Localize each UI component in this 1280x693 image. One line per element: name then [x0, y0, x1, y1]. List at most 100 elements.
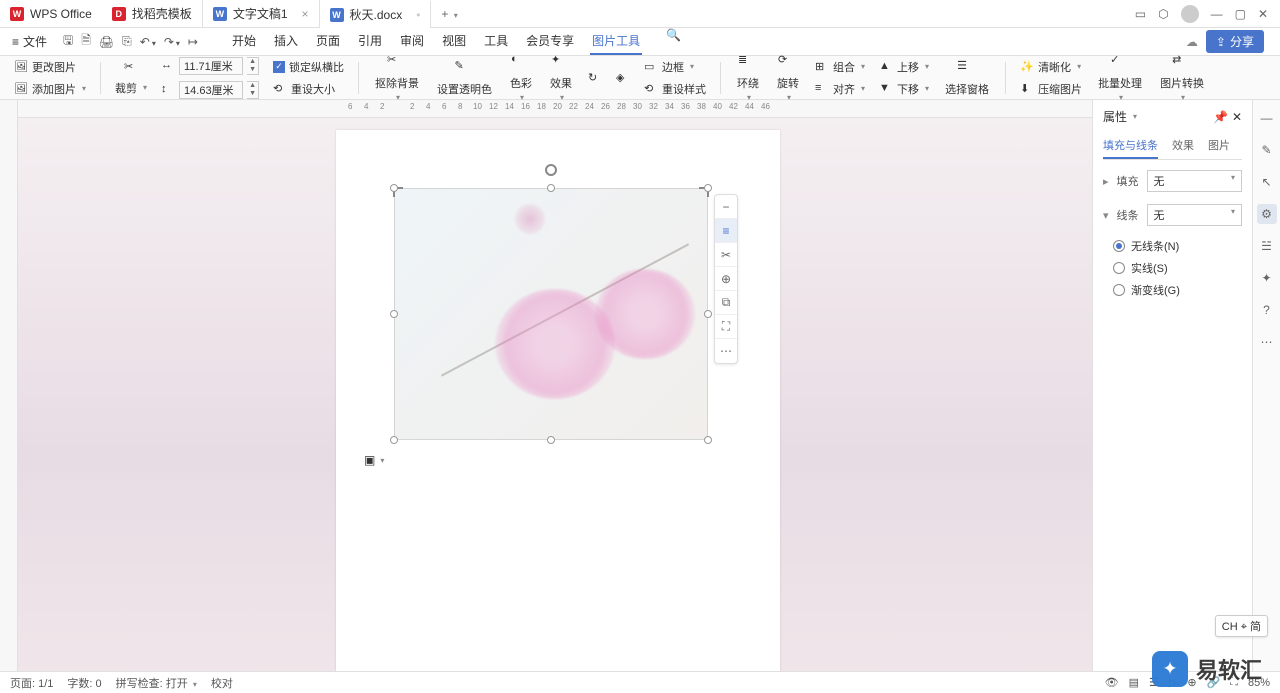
resize-handle[interactable] [704, 310, 712, 318]
avatar-icon[interactable] [1181, 5, 1199, 23]
more-icon[interactable]: ⋯ [1257, 332, 1277, 352]
maximize-icon[interactable]: ▢ [1235, 7, 1246, 21]
tab-reference[interactable]: 引用 [356, 28, 384, 55]
height-spinner[interactable]: ▲▼ [247, 81, 259, 99]
change-image-button[interactable]: 🖼更改图片 [10, 57, 90, 77]
help-icon[interactable]: ? [1257, 300, 1277, 320]
resize-handle[interactable] [390, 184, 398, 192]
close-icon[interactable]: ✕ [1232, 110, 1242, 124]
group-button[interactable]: ⊞组合▾ [811, 57, 869, 77]
proof-status[interactable]: 校对 [211, 675, 233, 691]
undo-icon[interactable]: ↶▾ [140, 35, 156, 49]
export-icon[interactable]: ⎘ [122, 34, 132, 49]
pin-icon[interactable]: 📌 [1213, 110, 1228, 124]
width-input[interactable]: 11.71厘米 [179, 57, 243, 75]
tile-icon[interactable]: ▭ [1135, 7, 1146, 21]
cube-icon[interactable]: ⬡ [1158, 7, 1168, 21]
remove-bg-button[interactable]: ✂抠除背景▾ [369, 53, 425, 102]
pencil-icon[interactable]: ✎ [1257, 140, 1277, 160]
resize-handle[interactable] [390, 436, 398, 444]
page-indicator[interactable]: 页面: 1/1 [10, 675, 53, 691]
shadow-icon[interactable]: ◈ [612, 69, 634, 87]
add-image-button[interactable]: 🖼添加图片▾ [10, 79, 90, 99]
tab-start[interactable]: 开始 [230, 28, 258, 55]
height-input[interactable]: 14.63厘米 [179, 81, 243, 99]
border-button[interactable]: ▭边框▾ [640, 57, 710, 77]
forward-icon[interactable]: ↦ [188, 35, 198, 49]
reset-style-button[interactable]: ⟲重设样式 [640, 79, 710, 99]
tab-insert[interactable]: 插入 [272, 28, 300, 55]
align-button[interactable]: ≡对齐▾ [811, 79, 869, 99]
wrap-button[interactable]: ≣环绕▾ [731, 53, 765, 102]
page-view-icon[interactable]: ▤ [1129, 676, 1139, 689]
move-up-button[interactable]: ▲上移▾ [875, 57, 933, 77]
horizontal-ruler[interactable]: 6 4 2 2 4 6 8 10 12 14 16 18 20 22 24 26… [18, 100, 1092, 118]
rotation-handle[interactable] [545, 164, 557, 176]
tab-fill-line[interactable]: 填充与线条 [1103, 133, 1158, 159]
color-button[interactable]: ◐色彩▾ [504, 53, 538, 102]
lock-ratio-checkbox[interactable]: ✓锁定纵横比 [269, 57, 348, 77]
line-select[interactable]: 无▾ [1147, 204, 1242, 226]
file-menu[interactable]: ≡ 文件 [8, 33, 51, 50]
fullscreen-icon[interactable]: ⛶ [715, 315, 737, 339]
tab-view[interactable]: 视图 [440, 28, 468, 55]
anchor-icon[interactable]: ▣▾ [364, 453, 384, 467]
redo-icon[interactable]: ↷▾ [164, 35, 180, 49]
clarity-button[interactable]: ✨清晰化▾ [1016, 57, 1086, 77]
word-count[interactable]: 字数: 0 [67, 675, 101, 691]
new-tab-button[interactable]: + ▾ [431, 7, 467, 21]
move-down-button[interactable]: ▼下移▾ [875, 79, 933, 99]
cloud-icon[interactable]: ☁ [1186, 35, 1198, 49]
resize-handle[interactable] [390, 310, 398, 318]
tab-picture[interactable]: 图片 [1208, 133, 1230, 159]
spellcheck-status[interactable]: 拼写检查: 打开 ▾ [116, 675, 197, 691]
save-icon[interactable]: 🖫 [63, 31, 73, 52]
effect-button[interactable]: ✦效果▾ [544, 53, 578, 102]
tab-doc1[interactable]: W 文字文稿1 × [203, 0, 320, 28]
resize-handle[interactable] [547, 436, 555, 444]
batch-button[interactable]: ✓批量处理▾ [1092, 53, 1148, 102]
reset-size-button[interactable]: ⟲重设大小 [269, 79, 348, 99]
rotate-left-icon[interactable]: ↻ [584, 69, 606, 87]
resize-handle[interactable] [704, 184, 712, 192]
tab-effect[interactable]: 效果 [1172, 133, 1194, 159]
convert-button[interactable]: ⇄图片转换▾ [1154, 53, 1210, 102]
tab-member[interactable]: 会员专享 [524, 28, 576, 55]
crop-icon[interactable]: ✂ [715, 243, 737, 267]
copy-icon[interactable]: ⧉ [715, 291, 737, 315]
tab-page[interactable]: 页面 [314, 28, 342, 55]
search-icon[interactable]: 🔍 [666, 28, 681, 55]
resize-handle[interactable] [547, 184, 555, 192]
radio-gradient[interactable]: 渐变线(G) [1113, 282, 1242, 298]
crop-button[interactable]: ✂ [111, 58, 151, 76]
resize-handle[interactable] [704, 436, 712, 444]
tab-review[interactable]: 审阅 [398, 28, 426, 55]
layers-icon[interactable]: ☱ [1257, 236, 1277, 256]
settings-icon[interactable]: ⚙ [1257, 204, 1277, 224]
selection-pane-button[interactable]: ☰选择窗格 [939, 59, 995, 97]
tab-tools[interactable]: 工具 [482, 28, 510, 55]
radio-no-line[interactable]: 无线条(N) [1113, 238, 1242, 254]
magic-icon[interactable]: ✦ [1257, 268, 1277, 288]
ime-indicator[interactable]: CH ⌖ 简 [1215, 615, 1268, 637]
tab-autumn-docx[interactable]: W 秋天.docx • [320, 0, 432, 28]
tab-picture-tools[interactable]: 图片工具 [590, 28, 642, 55]
print-icon[interactable]: 🖨 [99, 35, 114, 49]
share-button[interactable]: ⇪ 分享 [1206, 30, 1264, 53]
more-icon[interactable]: ⋯ [715, 339, 737, 363]
rotate-button[interactable]: ⟳旋转▾ [771, 53, 805, 102]
zoom-icon[interactable]: ⊕ [715, 267, 737, 291]
transparent-color-button[interactable]: ✎设置透明色 [431, 59, 498, 97]
crop-label[interactable]: 裁剪▾ [111, 78, 151, 98]
select-icon[interactable]: ↖ [1257, 172, 1277, 192]
print-preview-icon[interactable]: 🗎 [81, 31, 91, 52]
close-icon[interactable]: ✕ [1258, 7, 1268, 21]
fill-select[interactable]: 无▾ [1147, 170, 1242, 192]
vertical-ruler[interactable] [0, 100, 18, 693]
collapse-icon[interactable]: − [715, 195, 737, 219]
selected-image[interactable] [394, 188, 708, 440]
close-icon[interactable]: × [302, 7, 309, 21]
radio-solid[interactable]: 实线(S) [1113, 260, 1242, 276]
document-area[interactable]: 6 4 2 2 4 6 8 10 12 14 16 18 20 22 24 26… [18, 100, 1092, 693]
tab-templates[interactable]: D 找稻壳模板 [102, 0, 203, 28]
